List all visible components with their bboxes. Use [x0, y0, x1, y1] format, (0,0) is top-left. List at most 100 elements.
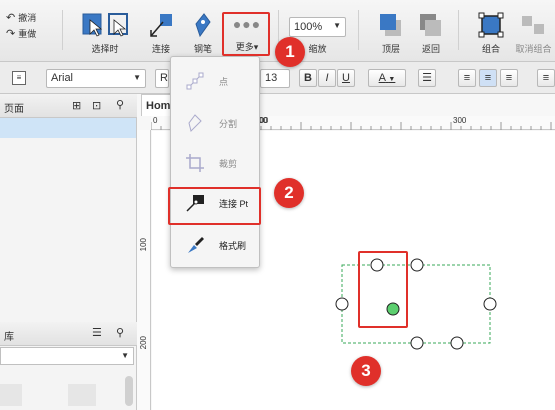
menu-item-label: 分割: [219, 119, 238, 129]
crop-icon: [186, 154, 204, 172]
underline-button[interactable]: U: [337, 69, 355, 87]
add-folder-icon[interactable]: ⊡: [92, 99, 101, 112]
split-icon: [188, 114, 202, 132]
bring-to-top-button[interactable]: 顶层: [374, 4, 408, 60]
ruler-tick-label: 200: [139, 336, 148, 350]
toolbar-divider: [458, 10, 459, 50]
step-badge-1: 1: [275, 37, 305, 67]
undo-redo-group: ↶ 撤消 ↷ 重做: [6, 10, 36, 42]
menu-item-split[interactable]: 分割: [171, 105, 259, 139]
italic-button[interactable]: I: [318, 69, 336, 87]
font-family-value: Arial: [51, 72, 74, 84]
bullet-list-icon: ☰: [422, 72, 432, 84]
ruler-tick-label: 100: [139, 238, 148, 252]
align-top-icon: ≡: [542, 72, 550, 84]
ungroup-label: 取消组合: [515, 44, 552, 54]
connection-point: [410, 336, 424, 350]
add-page-icon[interactable]: ⊞: [72, 99, 81, 112]
highlight-connection-point: [358, 251, 408, 328]
bold-button[interactable]: B: [299, 69, 317, 87]
font-color-button[interactable]: A ▼: [368, 69, 406, 87]
bring-to-top-label: 顶层: [381, 44, 400, 54]
ruler-tick-label: 300: [453, 116, 467, 125]
redo-icon: ↷: [6, 28, 16, 40]
connector-icon: [150, 14, 172, 37]
more-menu-dropdown: 点 分割 裁剪 连接 Pt 格式刷: [170, 56, 260, 268]
align-left-button[interactable]: ≡: [458, 69, 476, 87]
style-icon[interactable]: ≡: [12, 71, 26, 85]
font-style-select[interactable]: R: [155, 69, 169, 88]
menu-item-label: 格式刷: [219, 241, 247, 251]
format-toolbar: ≡ Arial ▼ R 13 B I U A ▼ ☰ ≡ ≡ ≡ ≡: [0, 62, 555, 94]
ungroup-button[interactable]: 取消组合: [512, 4, 555, 60]
toolbar-divider: [62, 10, 63, 50]
italic-label: I: [325, 72, 329, 84]
point-icon: [186, 72, 204, 90]
pages-panel-title: 页面: [4, 104, 24, 115]
menu-item-point[interactable]: 点: [171, 63, 259, 97]
vertical-ruler: 100 200: [137, 130, 151, 410]
connect-tool-label: 连接: [151, 44, 170, 54]
library-select[interactable]: ▼: [0, 347, 134, 365]
bring-to-front-icon: [380, 14, 401, 36]
pages-selected-row[interactable]: [0, 118, 136, 138]
font-color-label: A: [378, 72, 386, 84]
menu-item-label: 点: [219, 77, 229, 87]
send-back-label: 返回: [421, 44, 440, 54]
pen-icon: [195, 13, 211, 38]
menu-icon[interactable]: ☰: [92, 326, 102, 339]
font-size-select[interactable]: 13: [260, 69, 290, 88]
pen-tool-button[interactable]: 钢笔: [188, 4, 218, 60]
toolbar-divider: [358, 10, 359, 50]
bold-label: B: [304, 72, 312, 84]
menu-item-format-painter[interactable]: 格式刷: [171, 227, 259, 261]
pen-tool-label: 钢笔: [193, 44, 212, 54]
align-left-icon: ≡: [463, 72, 471, 84]
connect-tool-button[interactable]: 连接: [146, 4, 176, 60]
library-panel-header: 库 ☰ ⚲: [0, 322, 137, 346]
font-style-value: R: [160, 72, 168, 84]
bullet-list-button[interactable]: ☰: [418, 69, 436, 87]
align-center-icon: ≡: [484, 72, 492, 84]
undo-button[interactable]: ↶ 撤消: [6, 10, 36, 26]
select-tool-button[interactable]: 选择时: [76, 4, 134, 60]
connection-point: [450, 336, 464, 350]
menu-item-crop[interactable]: 裁剪: [171, 145, 259, 179]
scrollbar[interactable]: [125, 376, 133, 406]
group-label: 组合: [481, 44, 500, 54]
align-right-button[interactable]: ≡: [500, 69, 518, 87]
group-icon: [478, 12, 504, 38]
send-back-button[interactable]: 返回: [414, 4, 448, 60]
tab-home-label: Hom: [146, 100, 171, 112]
connection-point: [483, 297, 497, 311]
align-center-button[interactable]: ≡: [479, 69, 497, 87]
chevron-down-icon: ▼: [388, 76, 396, 83]
menu-item-label: 裁剪: [219, 159, 238, 169]
chevron-down-icon: ▼: [121, 351, 129, 360]
connection-point: [335, 297, 349, 311]
pages-panel-header: 页面 ⊞ ⊡ ⚲: [0, 94, 137, 118]
send-backward-icon: [420, 14, 441, 36]
ungroup-icon: [522, 16, 544, 34]
align-right-icon: ≡: [505, 72, 513, 84]
align-top-button[interactable]: ≡: [537, 69, 555, 87]
font-family-select[interactable]: Arial ▼: [46, 69, 146, 88]
library-item[interactable]: [0, 384, 22, 406]
undo-label: 撤消: [18, 13, 37, 23]
redo-label: 重做: [18, 29, 37, 39]
underline-label: U: [342, 72, 350, 84]
step-badge-3: 3: [351, 356, 381, 386]
chevron-down-icon: ▼: [133, 73, 141, 82]
search-icon[interactable]: ⚲: [116, 326, 124, 339]
redo-button[interactable]: ↷ 重做: [6, 26, 36, 42]
select-intersect-icon: [82, 13, 128, 37]
library-item[interactable]: [68, 384, 96, 406]
ruler-tick-label: 0: [153, 116, 158, 125]
format-painter-icon: [188, 237, 204, 253]
search-icon[interactable]: ⚲: [116, 98, 124, 111]
font-size-value: 13: [265, 72, 278, 84]
left-panel: 页面 ⊞ ⊡ ⚲ 库 ☰ ⚲ ▼: [0, 94, 137, 410]
step-badge-2: 2: [274, 178, 304, 208]
library-panel-title: 库: [4, 332, 14, 343]
group-button[interactable]: 组合: [474, 4, 508, 60]
